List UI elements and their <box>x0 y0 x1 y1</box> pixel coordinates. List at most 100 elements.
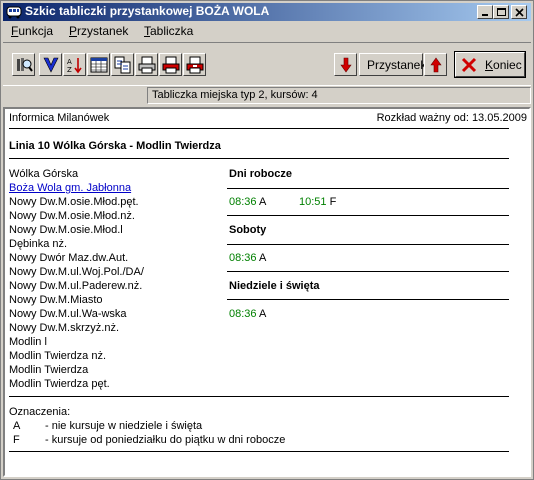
copy-tool-button[interactable] <box>111 53 134 76</box>
section-title-weekdays: Dni robocze <box>229 168 292 180</box>
stop-button-label: Przystanek <box>367 58 427 72</box>
departure-time: 10:51 F <box>299 196 336 208</box>
menu-bar: Funkcja Przystanek Tabliczka <box>3 22 531 40</box>
timetable-document: Informica Milanówek Rozkład ważny od: 13… <box>3 107 531 477</box>
title-bar[interactable]: Szkic tabliczki przystankowej BOŻA WOLA <box>3 3 531 21</box>
close-icon <box>515 8 524 17</box>
print-multi-tool-button[interactable] <box>183 53 206 76</box>
print-red-tool-button[interactable] <box>159 53 182 76</box>
menu-przystanek-accel: P <box>69 24 78 38</box>
divider <box>9 158 509 159</box>
toolbar: A Z Przystanek Koniec <box>3 42 531 86</box>
arrow-down-icon <box>340 57 352 73</box>
time-flag: F <box>329 196 337 208</box>
end-button-accel: K <box>485 58 494 72</box>
stop-label-button[interactable]: Przystanek <box>359 53 427 76</box>
status-row: Tabliczka miejska typ 2, kursów: 4 <box>3 87 531 105</box>
stops-tool-button[interactable] <box>12 53 35 76</box>
section-title-holidays: Niedziele i święta <box>229 280 320 292</box>
stop-item: Nowy Dw.M.skrzyż.nż. <box>9 322 120 334</box>
stop-item: Nowy Dw.M.osie.Młod.pęt. <box>9 196 139 208</box>
filter-tool-button[interactable] <box>39 53 62 76</box>
divider <box>227 215 509 216</box>
svg-text:Z: Z <box>67 66 72 74</box>
divider <box>9 396 509 397</box>
legend-text: - nie kursuje w niedziele i święta <box>45 420 203 432</box>
departure-time: 08:36 A <box>229 252 266 264</box>
red-x-icon <box>461 57 477 73</box>
end-button[interactable]: Koniec <box>454 51 526 78</box>
time-flag: A <box>258 308 267 320</box>
stop-item: Modlin Twierdza nż. <box>9 350 107 362</box>
time-value: 10:51 <box>299 196 327 208</box>
table-grid-icon <box>90 57 108 73</box>
menu-tabliczka-label: abliczka <box>150 24 194 38</box>
stop-item: Modlin l <box>9 336 47 348</box>
legend-code: F <box>13 434 20 446</box>
time-flag: A <box>258 196 267 208</box>
legend-code: A <box>13 420 21 432</box>
departure-time: 08:36 A <box>229 196 266 208</box>
legend-title: Oznaczenia: <box>9 406 71 418</box>
stop-item: Nowy Dw.M.ul.Paderew.nż. <box>9 280 143 292</box>
divider <box>9 128 509 129</box>
application-window: Szkic tabliczki przystankowej BOŻA WOLA … <box>0 0 534 480</box>
timetable-tool-button[interactable] <box>87 53 110 76</box>
menu-tabliczka[interactable]: Tabliczka <box>144 24 193 38</box>
next-stop-button[interactable] <box>424 53 447 76</box>
stop-item: Dębinka nż. <box>9 238 68 250</box>
bus-icon <box>6 6 22 19</box>
section-title-saturdays: Soboty <box>229 224 267 236</box>
sort-tool-button[interactable]: A Z <box>63 53 86 76</box>
maximize-icon <box>497 8 506 16</box>
magnifier-stops-icon <box>17 58 33 72</box>
stop-item: Nowy Dw.M.Miasto <box>9 294 103 306</box>
departure-time: 08:36 A <box>229 308 266 320</box>
sort-icon: A Z <box>67 58 82 74</box>
menu-funkcja[interactable]: Funkcja <box>11 24 53 38</box>
menu-przystanek[interactable]: Przystanek <box>69 24 128 38</box>
divider <box>9 451 509 452</box>
menu-przystanek-label: rzystanek <box>77 24 129 38</box>
time-value: 08:36 <box>229 308 257 320</box>
stop-item: Nowy Dw.M.ul.Wa-wska <box>9 308 127 320</box>
validity-date: Rozkład ważny od: 13.05.2009 <box>376 112 527 124</box>
printer-red-icon <box>162 56 180 74</box>
stop-item: Nowy Dwór Maz.dw.Aut. <box>9 252 129 264</box>
window-title: Szkic tabliczki przystankowej BOŻA WOLA <box>25 4 270 18</box>
close-window-button[interactable] <box>511 5 527 19</box>
end-button-label: Koniec <box>485 58 522 72</box>
divider <box>227 271 509 272</box>
stop-item: Nowy Dw.M.osie.Młod.l <box>9 224 123 236</box>
copy-pages-icon <box>114 56 131 74</box>
status-panel: Tabliczka miejska typ 2, kursów: 4 <box>147 87 531 104</box>
printer-multi-icon <box>186 56 204 74</box>
maximize-button[interactable] <box>493 5 509 19</box>
stop-item: Nowy Dw.M.osie.Młod.nż. <box>9 210 135 222</box>
minimize-icon <box>482 14 488 16</box>
svg-text:A: A <box>67 58 72 66</box>
divider <box>227 299 509 300</box>
time-value: 08:36 <box>229 196 257 208</box>
divider <box>227 244 509 245</box>
menu-funkcja-label: unkcja <box>18 24 54 38</box>
line-title: Linia 10 Wólka Górska - Modlin Twierdza <box>9 140 221 152</box>
status-text: Tabliczka miejska typ 2, kursów: 4 <box>152 89 318 101</box>
stop-item: Wólka Górska <box>9 168 79 180</box>
stop-item: Modlin Twierdza pęt. <box>9 378 110 390</box>
printer-icon <box>138 56 156 74</box>
divider <box>227 188 509 189</box>
funnel-icon <box>43 57 59 73</box>
print-tool-button[interactable] <box>135 53 158 76</box>
current-stop-link[interactable]: Boża Wola gm. Jabłonna <box>9 182 131 194</box>
stop-item: Nowy Dw.M.ul.Woj.Pol./DA/ <box>9 266 144 278</box>
operator-name: Informica Milanówek <box>9 112 110 124</box>
previous-stop-button[interactable] <box>334 53 357 76</box>
arrow-up-icon <box>430 57 442 73</box>
legend-text: - kursuje od poniedziałku do piątku w dn… <box>45 434 286 446</box>
time-flag: A <box>258 252 267 264</box>
time-value: 08:36 <box>229 252 257 264</box>
end-button-rest: oniec <box>493 58 522 72</box>
stop-item: Modlin Twierdza <box>9 364 89 376</box>
minimize-button[interactable] <box>477 5 493 19</box>
